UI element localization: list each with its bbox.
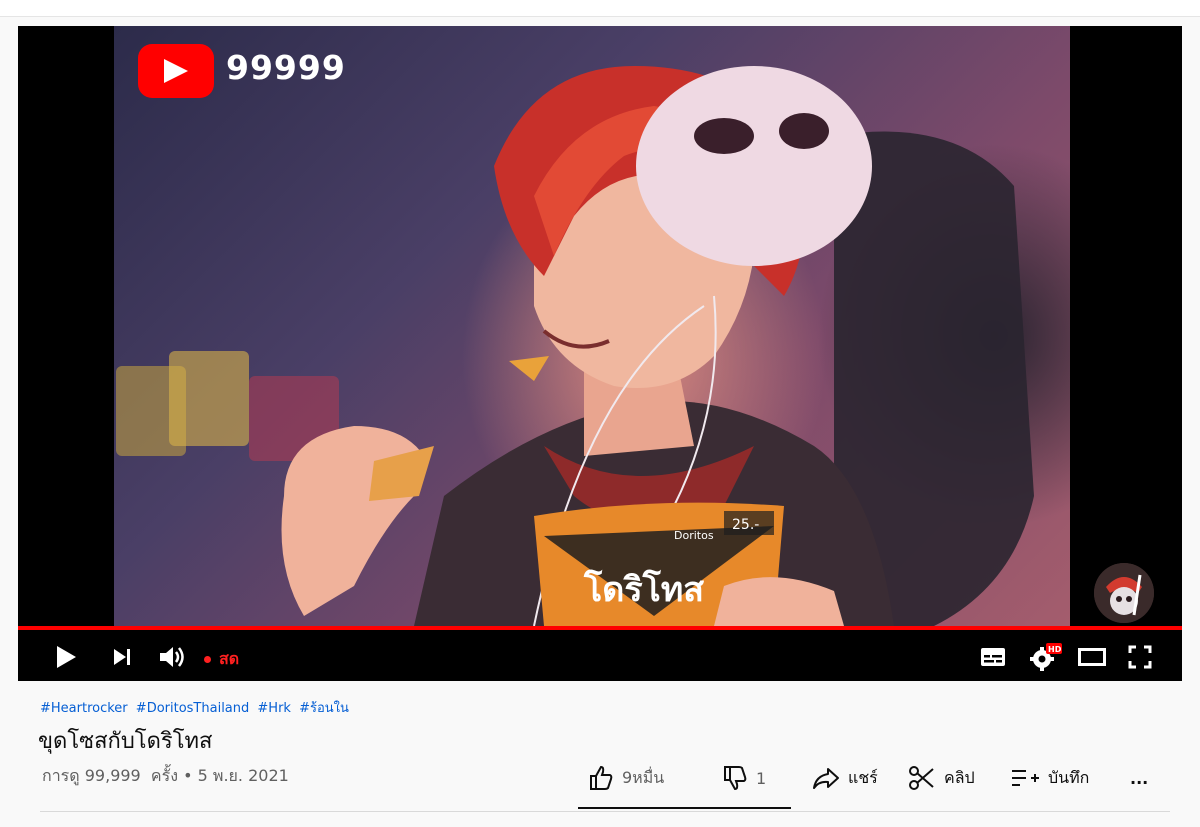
video-thumbnail[interactable]: โดริโทส 25.- Doritos	[114, 26, 1070, 626]
upload-date: 5 พ.ย. 2021	[197, 766, 289, 785]
share-icon	[813, 768, 839, 789]
subtitles-icon	[981, 647, 1005, 666]
theater-mode-icon	[1078, 647, 1106, 666]
channel-watermark[interactable]	[1094, 563, 1154, 623]
bag-price: 25.-	[732, 517, 759, 533]
volume-icon	[160, 646, 184, 667]
video-title: ขุดโซสกับโดริโทส	[38, 729, 213, 754]
hashtag-link[interactable]: #DoritosThailand	[136, 701, 249, 716]
play-icon	[57, 645, 76, 668]
hashtag-list: #Heartrocker #DoritosThailand #Hrk #ร้อน…	[40, 697, 353, 718]
player-controls: สด HD	[18, 632, 1182, 681]
settings-icon: HD	[1030, 642, 1062, 671]
scissors-icon	[909, 766, 934, 790]
section-divider	[40, 811, 1170, 812]
hashtag-link[interactable]: #ร้อนใน	[299, 701, 349, 716]
next-button[interactable]	[104, 632, 140, 681]
youtube-logo-icon	[138, 44, 214, 98]
meta-separator: •	[183, 766, 193, 785]
share-button[interactable]: แชร์	[812, 762, 878, 794]
view-count: การดู 99,999	[42, 766, 141, 785]
clip-label: คลิป	[944, 767, 975, 787]
video-meta: การดู 99,999 ครั้ง • 5 พ.ย. 2021	[42, 764, 289, 789]
like-count: 9หมื่น	[622, 767, 665, 787]
share-label: แชร์	[848, 767, 878, 787]
save-label: บันทึก	[1048, 767, 1090, 787]
settings-button[interactable]: HD	[1026, 632, 1066, 681]
live-indicator[interactable]: สด	[204, 647, 239, 672]
top-strip	[0, 0, 1200, 17]
bag-brand-thai: โดริโทส	[583, 569, 704, 610]
volume-button[interactable]	[152, 632, 192, 681]
hashtag-link[interactable]: #Heartrocker	[40, 701, 128, 716]
hashtag-link[interactable]: #Hrk	[257, 701, 291, 716]
next-icon	[114, 648, 130, 665]
thumbnail-illustration: โดริโทส 25.- Doritos	[116, 66, 1034, 626]
clip-button[interactable]: คลิป	[908, 762, 975, 794]
thumbs-down-icon	[724, 766, 747, 791]
view-counter-overlay: 99999	[226, 48, 346, 87]
channel-avatar-icon	[1094, 563, 1154, 623]
like-button[interactable]: 9หมื่น	[588, 762, 664, 794]
live-dot-icon	[204, 656, 211, 663]
play-button[interactable]	[48, 632, 84, 681]
dislike-button[interactable]: 1	[722, 762, 766, 794]
bag-brand: Doritos	[674, 529, 714, 542]
playlist-add-icon	[1012, 770, 1039, 786]
hd-badge: HD	[1048, 645, 1062, 654]
video-player[interactable]: โดริโทส 25.- Doritos 99999 สด HD	[18, 26, 1182, 681]
view-count-suffix: ครั้ง	[150, 766, 179, 785]
fullscreen-icon	[1128, 645, 1152, 668]
save-button[interactable]: บันทึก	[1010, 762, 1089, 794]
dislike-count: 1	[756, 768, 767, 788]
thumbs-up-icon	[590, 765, 613, 790]
live-label: สด	[219, 649, 240, 668]
theater-mode-button[interactable]	[1074, 632, 1110, 681]
more-icon: ...	[1130, 768, 1149, 788]
more-actions-button[interactable]: ...	[1130, 762, 1148, 794]
subtitles-button[interactable]	[976, 632, 1010, 681]
progress-bar[interactable]	[18, 626, 1182, 630]
like-dislike-underline	[578, 807, 791, 809]
fullscreen-button[interactable]	[1122, 632, 1158, 681]
